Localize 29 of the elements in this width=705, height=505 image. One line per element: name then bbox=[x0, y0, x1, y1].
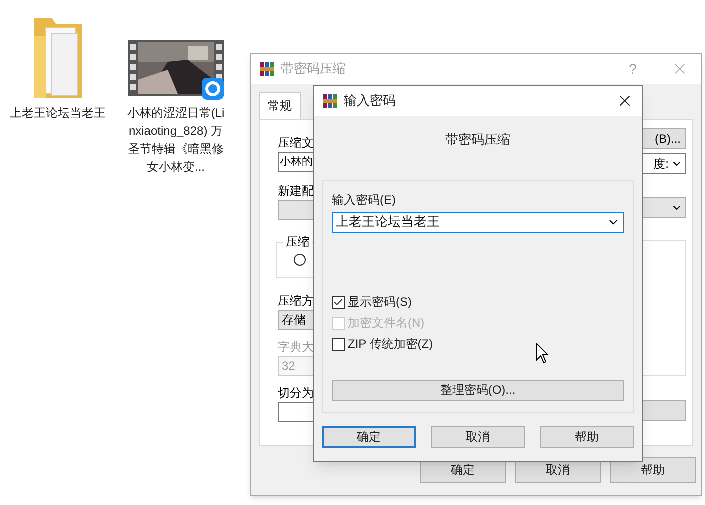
field-label: 字典大 bbox=[278, 339, 315, 356]
tab[interactable]: 常规 bbox=[259, 92, 301, 120]
dialog-button[interactable]: 取消 bbox=[431, 426, 525, 448]
field-label: 新建配 bbox=[278, 183, 315, 200]
window-title: 输入密码 bbox=[344, 92, 396, 110]
checkbox-label[interactable]: ZIP 传统加密(Z) bbox=[348, 335, 434, 353]
organize-passwords-button[interactable]: 整理密码(O)... bbox=[332, 380, 624, 400]
archive-app-icon bbox=[259, 61, 275, 77]
desktop-icon-label[interactable]: 上老王论坛当老王 bbox=[8, 104, 108, 122]
password-field[interactable]: 上老王论坛当老王 bbox=[332, 212, 624, 232]
field-label: 切分为 bbox=[278, 385, 315, 402]
mouse-cursor-icon bbox=[536, 343, 550, 365]
player-badge-icon bbox=[202, 78, 224, 100]
dialog-button[interactable]: 帮助 bbox=[610, 457, 696, 483]
archive-app-icon bbox=[322, 93, 338, 109]
field-label: 压缩文 bbox=[278, 135, 315, 152]
dialog-button[interactable]: 确定 bbox=[322, 426, 416, 448]
field-label: 输入密码(E) bbox=[332, 192, 397, 208]
group-label: 压缩 bbox=[284, 234, 312, 250]
dialog-heading: 带密码压缩 bbox=[444, 131, 512, 149]
checkbox-label[interactable]: 显示密码(S) bbox=[348, 293, 412, 311]
checkbox[interactable] bbox=[332, 338, 345, 350]
radio-button[interactable] bbox=[294, 254, 306, 266]
check-icon bbox=[333, 296, 344, 308]
field-label: 压缩方 bbox=[278, 293, 315, 310]
dialog-button[interactable]: 帮助 bbox=[540, 426, 634, 448]
checkbox[interactable] bbox=[332, 296, 345, 308]
desktop-icon-label[interactable]: 小林的涩涩日常(Linxiaoting_828) 万圣节特辑《暗黑修女小林变... bbox=[126, 104, 226, 176]
window-title: 带密码压缩 bbox=[281, 60, 346, 78]
